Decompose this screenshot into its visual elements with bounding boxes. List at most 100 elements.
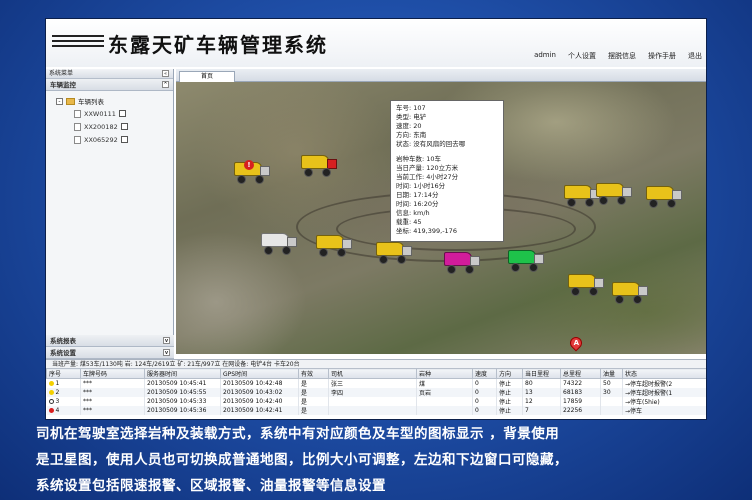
chevron-up-icon[interactable]: ^ (162, 81, 169, 88)
map-marker-icon[interactable]: A (567, 334, 585, 352)
cell-value: *** (83, 398, 92, 405)
caption-line: 是卫星图，使用人员也可切换成普通地图，比例大小可调整，左边和下边窗口可隐藏， (36, 452, 568, 468)
dozer-yellow-icon[interactable] (564, 185, 600, 207)
folder-icon (66, 97, 75, 105)
cell-value: 7 (525, 407, 529, 414)
vehicle-checkbox[interactable] (118, 110, 126, 117)
table-cell-no: 3 (46, 397, 81, 406)
truck-yellow-alarm-icon[interactable]: ! (234, 160, 270, 184)
cell-value: →停车超时报警(1 (625, 390, 673, 397)
cell-value: 12 (525, 398, 533, 405)
table-cell-driver: 李四 (328, 388, 417, 397)
section-vehicle-monitor[interactable]: 车辆监控 ^ (46, 79, 173, 91)
cell-value: 50 (603, 380, 611, 387)
cell-value: 20130509 10:43:02 (223, 389, 283, 396)
manual-link[interactable]: 操作手册 (648, 51, 676, 61)
table-cell-speed: 0 (472, 397, 497, 406)
collapse-icon[interactable]: - (56, 97, 63, 105)
table-cell-server-time: 20130509 10:45:33 (144, 397, 221, 406)
truck-yellow-icon[interactable] (316, 235, 352, 257)
chevron-down-icon[interactable]: v (163, 349, 170, 356)
status-dot-icon (48, 390, 54, 395)
table-cell-total-km: 74322 (560, 378, 601, 388)
table-cell-driver: 张三 (328, 378, 417, 388)
cell-value: 0 (475, 380, 479, 387)
cell-value: 4 (55, 407, 60, 414)
table-row[interactable]: 4 *** 20130509 10:45:36 20130509 10:42:41 是 0… (46, 406, 706, 415)
tree-item-vehicle-1[interactable]: XXW0111 (56, 107, 173, 120)
document-icon (74, 122, 81, 131)
logout-link[interactable]: 退出 (688, 51, 702, 61)
tree-item-vehicle-2[interactable]: XX200182 (56, 120, 173, 133)
col-header[interactable]: 总里程 (560, 368, 601, 379)
col-header[interactable]: 状态 (622, 368, 706, 379)
truck-magenta-icon[interactable] (444, 252, 480, 274)
cell-value: 是 (301, 381, 308, 388)
table-cell-day-km: 13 (522, 388, 561, 397)
tree-root[interactable]: - 车辆列表 (56, 95, 173, 107)
dozer-yellow-icon[interactable] (612, 282, 648, 304)
sidebar-bottom-sections: 系统报表 v 系统设置 v (46, 335, 174, 359)
col-header[interactable]: 车牌号码 (80, 368, 145, 379)
col-header[interactable]: 司机 (328, 368, 417, 379)
table-cell-server-time: 20130509 10:45:36 (144, 406, 221, 415)
dozer-yellow-icon[interactable] (596, 183, 632, 205)
vehicle-checkbox[interactable] (120, 136, 128, 143)
table-cell-valid: 是 (298, 406, 329, 415)
truck-yellow-red-icon[interactable] (301, 155, 337, 177)
table-cell-plate: *** (80, 388, 145, 397)
table-cell-oil: 50 (600, 378, 623, 388)
cell-value: 停止 (499, 399, 512, 406)
cell-value: 20130509 10:45:33 (147, 398, 207, 405)
caption-line: 系统设置包括限速报警、区域报警、油量报警等信息设置 (36, 478, 386, 494)
section-system-settings[interactable]: 系统设置 v (46, 347, 174, 359)
cell-value: 13 (525, 389, 533, 396)
col-header[interactable]: 当日里程 (522, 368, 561, 379)
vehicle-label: XX065292 (84, 135, 118, 144)
table-cell-no: 1 (46, 378, 81, 388)
truck-green-icon[interactable] (508, 250, 544, 272)
collapse-sidebar-icon[interactable]: « (162, 70, 169, 77)
col-header[interactable]: 速度 (472, 368, 497, 379)
table-row[interactable]: 2 *** 20130509 10:45:55 20130509 10:43:02 是 李… (46, 388, 706, 397)
truck-yellow-icon[interactable] (376, 242, 412, 264)
table-cell-valid: 是 (298, 388, 329, 397)
cell-value: 3 (55, 398, 60, 405)
alerts-link[interactable]: 摆脱信息 (608, 51, 636, 61)
satellite-map[interactable]: 车号: 107 类型: 电铲 速度: 20 方向: 东南 状态: 没有风扇的回去… (176, 82, 706, 354)
table-cell-plate: *** (80, 406, 145, 415)
col-header[interactable]: 有效 (298, 368, 329, 379)
col-header[interactable]: 服务器时间 (144, 368, 221, 379)
dozer-yellow-icon[interactable] (568, 274, 604, 296)
col-header[interactable]: 油量 (600, 368, 623, 379)
col-header[interactable]: 岩种 (416, 368, 473, 379)
table-cell-gps-time: 20130509 10:42:40 (220, 397, 299, 406)
personal-settings-link[interactable]: 个人设置 (568, 51, 596, 61)
info-line: 时间: 1小时16分 (396, 182, 446, 190)
col-header[interactable]: 序号 (46, 368, 81, 379)
tab-home[interactable]: 首页 (179, 71, 235, 82)
table-cell-dir: 停止 (496, 406, 523, 415)
chevron-down-icon[interactable]: v (163, 337, 170, 344)
user-name-link[interactable]: admin (534, 51, 556, 61)
table-cell-speed: 0 (472, 406, 497, 415)
cell-value: 20130509 10:45:55 (147, 389, 207, 396)
table-cell-speed: 0 (472, 378, 497, 388)
app-title: 东露天矿车辆管理系统 (108, 33, 328, 57)
cell-value: 停止 (499, 390, 512, 397)
vehicle-label: XXW0111 (84, 109, 116, 118)
section-system-report[interactable]: 系统报表 v (46, 335, 174, 347)
dozer-yellow-icon[interactable] (646, 186, 682, 208)
table-row[interactable]: 1 *** 20130509 10:45:41 20130509 10:42:48 是 张… (46, 378, 706, 388)
tab-bar: 首页 (176, 69, 706, 82)
table-row[interactable]: 3 *** 20130509 10:45:33 20130509 10:42:40 是 0… (46, 397, 706, 406)
truck-white-icon[interactable] (261, 233, 297, 255)
info-line: 载重: 45 (396, 218, 422, 226)
col-header[interactable]: 方向 (496, 368, 523, 379)
col-header[interactable]: GPS时间 (220, 368, 299, 379)
table-cell-dir: 停止 (496, 388, 523, 397)
cell-value: 20130509 10:45:41 (147, 380, 207, 387)
tree-item-vehicle-3[interactable]: XX065292 (56, 133, 173, 146)
vehicle-checkbox[interactable] (120, 123, 128, 130)
section-vehicle-monitor-label: 车辆监控 (50, 81, 76, 89)
